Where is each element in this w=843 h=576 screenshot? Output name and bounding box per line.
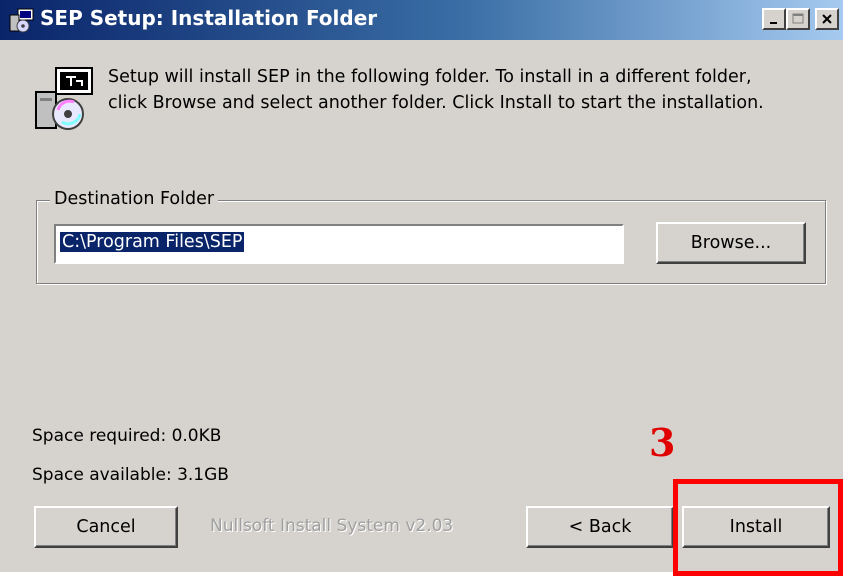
installer-cd-icon [28, 64, 100, 134]
destination-folder-input[interactable]: C:\Program Files\SEP [54, 224, 624, 264]
intro-text: Setup will install SEP in the following … [108, 64, 833, 116]
space-required: Space required: 0.0KB [32, 426, 222, 446]
close-button[interactable] [815, 8, 839, 30]
cancel-button[interactable]: Cancel [34, 506, 178, 548]
minimize-icon [770, 22, 777, 24]
nsis-branding: Nullsoft Install System v2.03 [210, 516, 454, 536]
maximize-button[interactable] [786, 8, 810, 30]
step-annotation-number: 3 [649, 420, 676, 465]
destination-group-label: Destination Folder [50, 189, 219, 209]
intro-line-1: Setup will install SEP in the following … [108, 67, 752, 87]
minimize-button[interactable] [762, 8, 786, 30]
destination-folder-value: C:\Program Files\SEP [60, 232, 245, 252]
window-title: SEP Setup: Installation Folder [40, 6, 378, 30]
install-highlight-box [673, 479, 843, 576]
installer-icon [8, 7, 36, 33]
close-icon [822, 14, 832, 24]
intro-line-2: click Browse and select another folder. … [108, 93, 764, 113]
maximize-icon [792, 13, 804, 24]
browse-button[interactable]: Browse... [656, 222, 806, 264]
title-bar[interactable]: SEP Setup: Installation Folder [0, 0, 843, 40]
back-button[interactable]: < Back [526, 506, 674, 548]
space-available: Space available: 3.1GB [32, 465, 229, 485]
